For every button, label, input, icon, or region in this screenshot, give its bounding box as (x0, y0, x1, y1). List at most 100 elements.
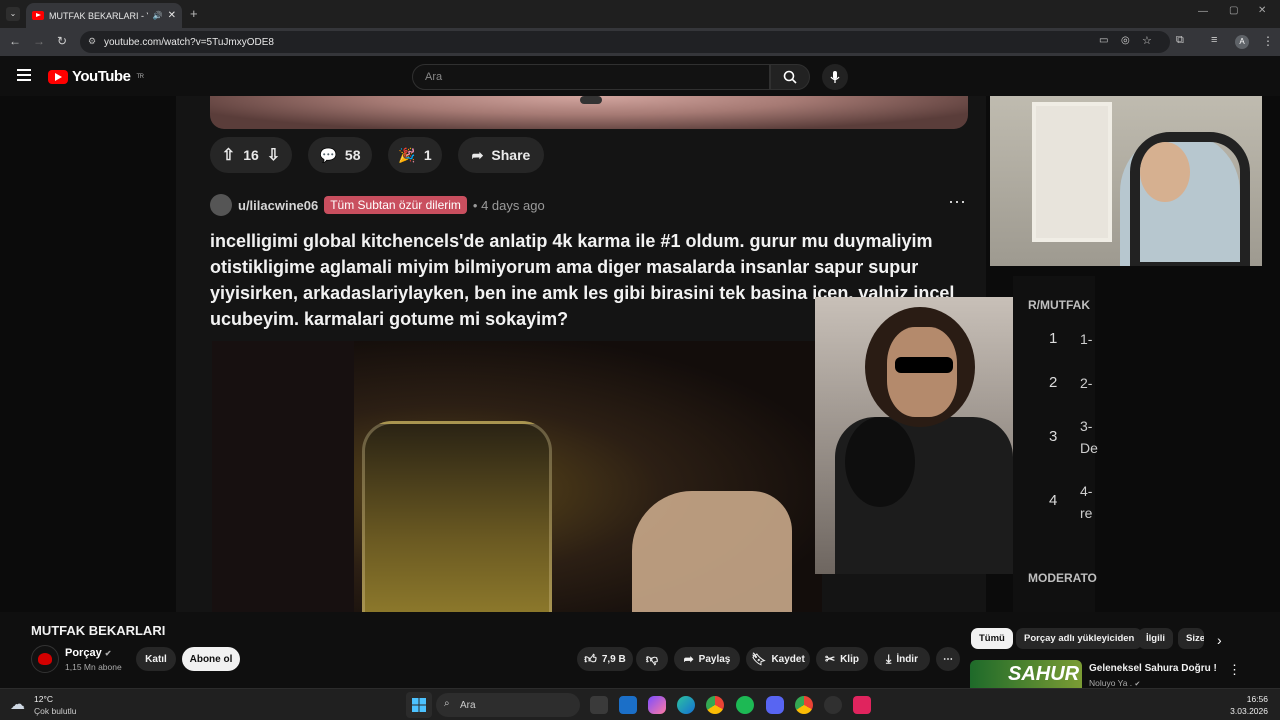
weather-temperature[interactable]: 12°C (34, 694, 53, 704)
reload-icon[interactable]: ↻ (57, 34, 67, 48)
share-icon: ➦ (471, 146, 484, 163)
chip-related[interactable]: İlgili (1138, 628, 1173, 649)
subscribe-button[interactable]: Abone ol (182, 647, 240, 671)
eye-off-icon[interactable]: ◎ (1121, 35, 1130, 46)
download-label: İndir (896, 653, 918, 665)
app-red-icon[interactable] (853, 696, 871, 714)
extensions-icon[interactable]: ⧉ (1176, 34, 1184, 47)
search-button[interactable] (770, 64, 810, 90)
channel-name[interactable]: Porçay ✔ (65, 647, 111, 659)
youtube-header: YouTube TR Ara (0, 56, 990, 96)
chip-for-you[interactable]: Size (1178, 628, 1204, 649)
search-icon: ⌕ (444, 698, 450, 709)
thumbs-up-icon: 👍︎ (584, 651, 597, 666)
clip-button[interactable]: ✂ Klip (816, 647, 868, 671)
rule-number: 1 (1049, 330, 1058, 347)
voice-search-button[interactable] (822, 64, 848, 90)
outlook-icon[interactable] (619, 696, 637, 714)
site-info-icon[interactable]: ⚙ (88, 36, 96, 47)
dislike-button[interactable]: 👎︎ (636, 647, 668, 671)
tab-list-button[interactable]: ⌄ (6, 7, 20, 21)
media-controls-icon[interactable]: ≡ (1211, 34, 1217, 46)
chip-from-uploader[interactable]: Porçay adlı yükleyiciden (1016, 628, 1143, 649)
browser-menu-icon[interactable]: ⋮ (1262, 34, 1274, 48)
post-options-icon[interactable]: ⋯ (948, 192, 966, 213)
forward-icon[interactable]: → (33, 34, 45, 48)
profile-avatar[interactable]: A (1235, 35, 1249, 49)
start-button[interactable] (406, 692, 432, 718)
share-video-button[interactable]: ➦ Paylaş (674, 647, 740, 671)
post-banner-image (210, 96, 968, 129)
windows-logo-icon (412, 698, 426, 712)
maximize-button[interactable]: ▢ (1229, 5, 1238, 16)
rule-number: 4 (1049, 492, 1058, 509)
chip-all[interactable]: Tümü (971, 628, 1013, 649)
youtube-play-icon (48, 69, 68, 84)
award-button[interactable]: 🎉 1 (388, 137, 442, 173)
download-button[interactable]: ⤓ İndir (874, 647, 930, 671)
new-tab-button[interactable]: + (190, 6, 198, 21)
upvote-icon[interactable]: ⇧ (222, 145, 235, 165)
cast-icon[interactable]: ▭ (1099, 35, 1108, 46)
chrome-icon[interactable] (706, 696, 724, 714)
youtube-logo[interactable]: YouTube TR (48, 68, 144, 85)
share-button[interactable]: ➦ Share (458, 137, 544, 173)
microphone-icon (830, 71, 840, 83)
search-icon (783, 70, 797, 84)
recommended-menu-icon[interactable]: ⋮ (1228, 662, 1241, 678)
browser-tab[interactable]: MUTFAK BEKARLARI - YouTube 🔊 ✕ (26, 3, 182, 28)
channel-avatar[interactable] (31, 645, 59, 673)
rule-number: 2 (1049, 374, 1058, 391)
minimize-button[interactable]: — (1198, 6, 1208, 17)
more-actions-button[interactable]: ⋯ (936, 647, 960, 671)
bookmark-icon: 🔖︎ (751, 652, 767, 666)
clock-date[interactable]: 3.03.2026 (1230, 706, 1268, 716)
hamburger-menu-icon[interactable] (17, 69, 31, 81)
video-player[interactable]: ⇧ 16 ⇩ 💬 58 🎉 1 ➦ Share u/lilacwine06 Tü… (0, 96, 1280, 612)
verified-icon: ✔ (104, 649, 112, 658)
save-button[interactable]: 🔖︎ Kaydet (746, 647, 810, 671)
recommended-channel[interactable]: Noluyo Ya . ✔ (1089, 678, 1140, 688)
weather-description[interactable]: Çok bulutlu (34, 706, 77, 716)
speaker-icon[interactable]: 🔊 (153, 11, 163, 20)
downvote-icon[interactable]: ⇩ (267, 145, 280, 165)
copilot-icon[interactable] (648, 696, 666, 714)
tab-close-icon[interactable]: ✕ (168, 10, 176, 21)
file-explorer-icon[interactable] (590, 696, 608, 714)
chip-next-icon[interactable]: › (1217, 632, 1222, 648)
url-text: youtube.com/watch?v=5TuJmxyODE8 (104, 36, 274, 48)
bookmark-star-icon[interactable]: ☆ (1142, 34, 1152, 47)
user-avatar[interactable] (210, 194, 232, 216)
recommended-title[interactable]: Geleneksel Sahura Doğru ! (1089, 663, 1217, 674)
save-label: Kaydet (771, 653, 805, 665)
spotify-icon[interactable] (736, 696, 754, 714)
clock-time[interactable]: 16:56 (1247, 694, 1268, 704)
join-button[interactable]: Katıl (136, 647, 176, 671)
subscriber-count: 1,15 Mn abone (65, 662, 122, 672)
award-icon: 🎉 (398, 146, 416, 163)
obs-icon[interactable] (824, 696, 842, 714)
share-label: Share (491, 147, 531, 163)
moderators-header: MODERATO (1028, 571, 1097, 585)
recommended-thumbnail[interactable]: SAHUR (970, 660, 1082, 688)
youtube-logo-text: YouTube (72, 68, 131, 85)
search-input[interactable]: Ara (412, 64, 770, 90)
post-photo (212, 341, 822, 612)
back-icon[interactable]: ← (9, 34, 21, 48)
recommended-channel-name: Noluyo Ya . (1089, 678, 1133, 688)
vote-pill[interactable]: ⇧ 16 ⇩ (210, 137, 292, 173)
join-label: Katıl (145, 653, 167, 665)
window-close-button[interactable]: ✕ (1258, 5, 1266, 16)
like-button[interactable]: 👍︎ 7,9 B (577, 647, 633, 671)
chrome-active-icon[interactable] (795, 696, 813, 714)
comments-button[interactable]: 💬 58 (308, 137, 372, 173)
region-code: TR (136, 73, 144, 80)
taskbar-search[interactable]: ⌕ Ara (436, 693, 580, 717)
discord-icon[interactable] (766, 696, 784, 714)
post-username[interactable]: u/lilacwine06 (238, 198, 318, 213)
address-field[interactable]: ⚙ youtube.com/watch?v=5TuJmxyODE8 (80, 31, 1170, 53)
rule-text-continued: re (1080, 505, 1093, 521)
post-meta: u/lilacwine06 Tüm Subtan özür dilerim • … (210, 194, 545, 216)
award-count: 1 (423, 147, 432, 163)
edge-icon[interactable] (677, 696, 695, 714)
